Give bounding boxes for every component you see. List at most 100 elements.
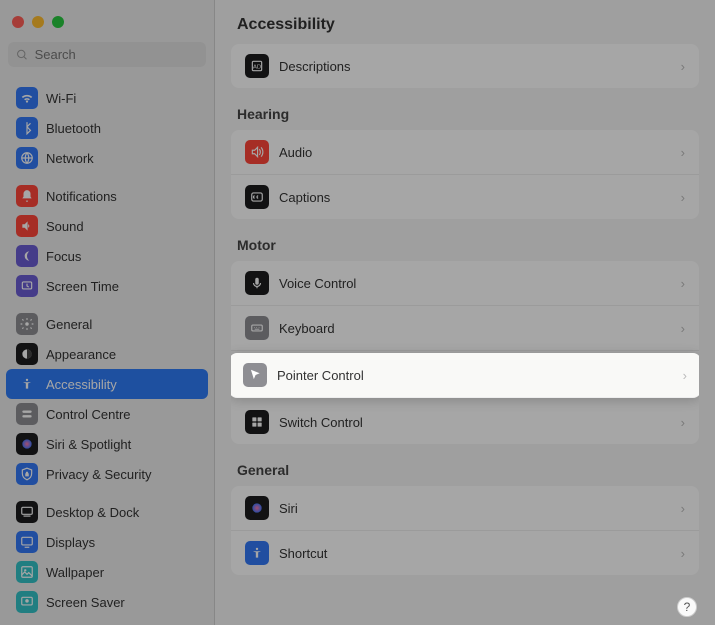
- sidebar-item-label: Screen Saver: [46, 595, 125, 610]
- screentime-icon: [16, 275, 38, 297]
- sidebar-nav: Wi-Fi Bluetooth Network Notifications Sound F…: [0, 75, 214, 625]
- sidebar-item-notifications[interactable]: Notifications: [6, 181, 208, 211]
- sidebar-item-bluetooth[interactable]: Bluetooth: [6, 113, 208, 143]
- descriptions-icon: AD: [245, 54, 269, 78]
- settings-row-audio[interactable]: Audio ›: [231, 130, 699, 175]
- settings-panel: AD Descriptions ›: [231, 44, 699, 88]
- wifi-icon: [16, 87, 38, 109]
- search-input[interactable]: [35, 47, 198, 62]
- notifications-icon: [16, 185, 38, 207]
- audio-icon: [245, 140, 269, 164]
- settings-row-captions[interactable]: Captions ›: [231, 175, 699, 219]
- siri-icon: [245, 496, 269, 520]
- general-icon: [16, 313, 38, 335]
- window-controls: [0, 8, 214, 42]
- settings-row-label: Captions: [279, 190, 671, 205]
- sidebar-item-label: Network: [46, 151, 94, 166]
- chevron-right-icon: ›: [681, 145, 685, 160]
- sidebar-item-privacy[interactable]: Privacy & Security: [6, 459, 208, 489]
- appearance-icon: [16, 343, 38, 365]
- sidebar-item-label: Screen Time: [46, 279, 119, 294]
- controlcentre-icon: [16, 403, 38, 425]
- main-content: Accessibility ADDescriptions› HearingAud…: [215, 0, 715, 625]
- captions-icon: [245, 185, 269, 209]
- sidebar-item-controlcentre[interactable]: Control Centre: [6, 399, 208, 429]
- settings-row-shortcut[interactable]: Shortcut ›: [231, 531, 699, 575]
- sidebar-item-label: Accessibility: [46, 377, 117, 392]
- sidebar-item-label: Siri & Spotlight: [46, 437, 131, 452]
- settings-row-label: Audio: [279, 145, 671, 160]
- sidebar-item-screentime[interactable]: Screen Time: [6, 271, 208, 301]
- help-button[interactable]: ?: [677, 597, 697, 617]
- sidebar-item-label: Wallpaper: [46, 565, 104, 580]
- minimize-window-button[interactable]: [32, 16, 44, 28]
- sidebar: Wi-Fi Bluetooth Network Notifications Sound F…: [0, 0, 215, 625]
- sidebar-item-label: Control Centre: [46, 407, 131, 422]
- wallpaper-icon: [16, 561, 38, 583]
- section-header: General: [215, 444, 715, 486]
- chevron-right-icon: ›: [683, 368, 687, 383]
- keyboard-icon: [245, 316, 269, 340]
- chevron-right-icon: ›: [681, 190, 685, 205]
- settings-row-siri[interactable]: Siri ›: [231, 486, 699, 531]
- displays-icon: [16, 531, 38, 553]
- settings-row-label: Switch Control: [279, 415, 671, 430]
- sidebar-item-network[interactable]: Network: [6, 143, 208, 173]
- sidebar-item-focus[interactable]: Focus: [6, 241, 208, 271]
- settings-panel: Siri › Shortcut ›: [231, 486, 699, 575]
- settings-row-descriptions[interactable]: AD Descriptions ›: [231, 44, 699, 88]
- fullscreen-window-button[interactable]: [52, 16, 64, 28]
- sidebar-item-appearance[interactable]: Appearance: [6, 339, 208, 369]
- section-header: Motor: [215, 219, 715, 261]
- chevron-right-icon: ›: [681, 321, 685, 336]
- sidebar-item-label: Bluetooth: [46, 121, 101, 136]
- sidebar-item-label: Wi-Fi: [46, 91, 76, 106]
- pointercontrol-icon: [243, 363, 267, 387]
- chevron-right-icon: ›: [681, 59, 685, 74]
- settings-row-keyboard[interactable]: Keyboard ›: [231, 306, 699, 351]
- sidebar-item-screensaver[interactable]: Screen Saver: [6, 587, 208, 617]
- shortcut-icon: [245, 541, 269, 565]
- settings-row-pointercontrol[interactable]: Pointer Control ›: [231, 353, 699, 398]
- bluetooth-icon: [16, 117, 38, 139]
- sidebar-item-siri[interactable]: Siri & Spotlight: [6, 429, 208, 459]
- chevron-right-icon: ›: [681, 546, 685, 561]
- svg-text:AD: AD: [253, 64, 261, 70]
- sidebar-item-label: Appearance: [46, 347, 116, 362]
- settings-row-switchcontrol[interactable]: Switch Control ›: [231, 400, 699, 444]
- settings-panel: Audio › Captions ›: [231, 130, 699, 219]
- focus-icon: [16, 245, 38, 267]
- page-title: Accessibility: [215, 0, 715, 44]
- sidebar-item-wifi[interactable]: Wi-Fi: [6, 83, 208, 113]
- settings-row-label: Voice Control: [279, 276, 671, 291]
- settings-row-label: Shortcut: [279, 546, 671, 561]
- settings-row-label: Descriptions: [279, 59, 671, 74]
- siri-icon: [16, 433, 38, 455]
- privacy-icon: [16, 463, 38, 485]
- section-header: Hearing: [215, 88, 715, 130]
- sidebar-item-wallpaper[interactable]: Wallpaper: [6, 557, 208, 587]
- sidebar-item-sound[interactable]: Sound: [6, 211, 208, 241]
- sidebar-item-displays[interactable]: Displays: [6, 527, 208, 557]
- sidebar-item-accessibility[interactable]: Accessibility: [6, 369, 208, 399]
- search-icon: [16, 48, 29, 62]
- settings-row-label: Siri: [279, 501, 671, 516]
- settings-row-voicecontrol[interactable]: Voice Control ›: [231, 261, 699, 306]
- close-window-button[interactable]: [12, 16, 24, 28]
- chevron-right-icon: ›: [681, 415, 685, 430]
- sidebar-item-label: Notifications: [46, 189, 117, 204]
- sidebar-item-label: Focus: [46, 249, 81, 264]
- sidebar-item-label: Sound: [46, 219, 84, 234]
- chevron-right-icon: ›: [681, 276, 685, 291]
- settings-panel: Voice Control›Keyboard›Pointer Control›S…: [231, 261, 699, 444]
- sidebar-item-label: Displays: [46, 535, 95, 550]
- settings-row-label: Pointer Control: [277, 368, 673, 383]
- sidebar-item-general[interactable]: General: [6, 309, 208, 339]
- chevron-right-icon: ›: [681, 501, 685, 516]
- settings-row-label: Keyboard: [279, 321, 671, 336]
- search-field[interactable]: [8, 42, 206, 67]
- sidebar-item-desktop[interactable]: Desktop & Dock: [6, 497, 208, 527]
- screensaver-icon: [16, 591, 38, 613]
- network-icon: [16, 147, 38, 169]
- sidebar-item-label: Privacy & Security: [46, 467, 151, 482]
